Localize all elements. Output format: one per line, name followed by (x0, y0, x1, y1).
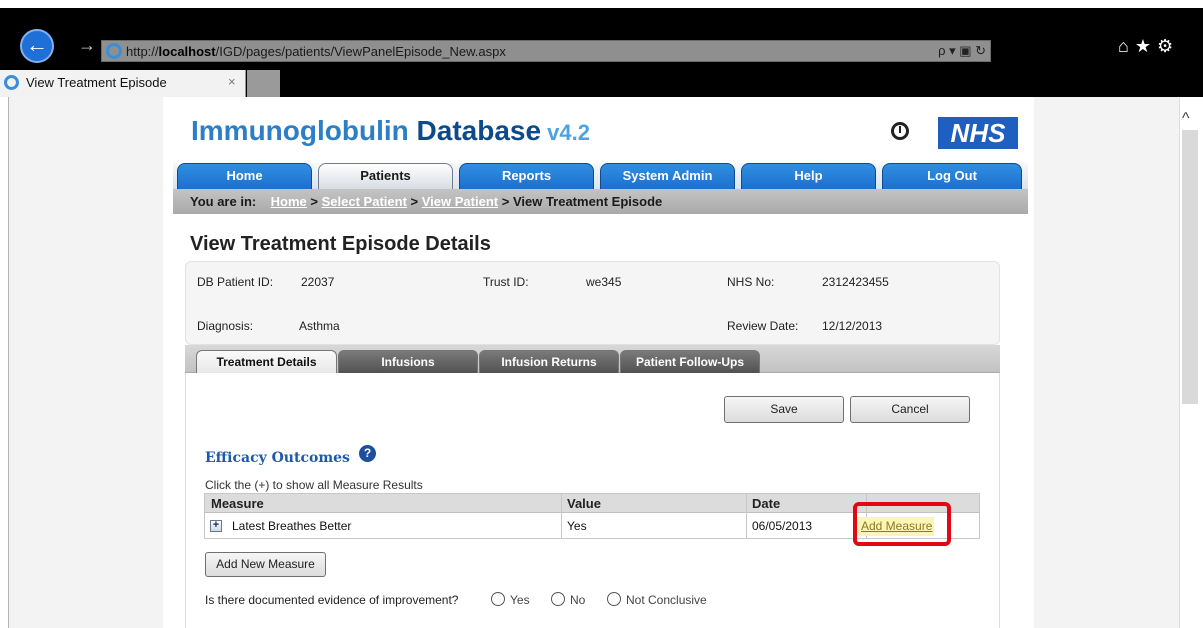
breadcrumb-separator: > (410, 194, 419, 209)
breadcrumb-link-view-patient[interactable]: View Patient (422, 194, 498, 209)
db-patient-id-value: 22037 (301, 275, 335, 289)
tab-treatment-details[interactable]: Treatment Details (196, 350, 337, 375)
url-path: /IGD/pages/patients/ViewPanelEpisode_New… (215, 44, 506, 59)
expand-row-button[interactable]: + (210, 520, 222, 532)
home-favorites-settings-icons[interactable]: ⌂★⚙ (1118, 36, 1179, 57)
trust-id-value: we345 (586, 275, 622, 289)
diagnosis-label: Diagnosis: (197, 319, 254, 333)
browser-window: ← → http://localhost/IGD/pages/patients/… (0, 0, 1203, 628)
tab-title: View Treatment Episode (26, 75, 167, 90)
save-button[interactable]: Save (724, 396, 844, 423)
improvement-question: Is there documented evidence of improvem… (205, 593, 459, 607)
page-container: Immunoglobulin Database v4.2 NHS Home Pa… (163, 97, 1034, 628)
nav-label: Patients (360, 168, 411, 183)
nhs-logo: NHS (938, 117, 1018, 149)
trust-id-label: Trust ID: (483, 275, 529, 289)
date-cell: 06/05/2013 (752, 519, 813, 533)
search-refresh-icons[interactable]: ρ ▾ ▣ ↻ (938, 43, 986, 59)
subtab-bar: Treatment Details Infusions Infusion Ret… (185, 345, 1000, 375)
help-icon[interactable]: ? (359, 445, 376, 462)
nav-tab-home[interactable]: Home (177, 163, 312, 189)
tab-infusion-returns[interactable]: Infusion Returns (479, 350, 619, 374)
breadcrumb-separator: > (501, 194, 510, 209)
radio-not-conclusive-label: Not Conclusive (626, 593, 707, 607)
column-divider (561, 494, 562, 538)
page-title: View Treatment Episode Details (190, 233, 491, 255)
nav-tab-log-out[interactable]: Log Out (882, 163, 1022, 189)
tab-close-icon[interactable]: × (228, 74, 236, 89)
measure-cell: Latest Breathes Better (232, 519, 352, 533)
efficacy-outcomes-title: Efficacy Outcomes (205, 450, 350, 466)
expand-hint: Click the (+) to show all Measure Result… (205, 478, 423, 492)
breadcrumb-current: View Treatment Episode (512, 194, 663, 209)
breadcrumb-link-home[interactable]: Home (271, 194, 307, 209)
back-arrow-icon: ← (26, 32, 48, 57)
column-header-date: Date (752, 496, 781, 511)
forward-arrow-icon: → (78, 35, 96, 55)
tab-label: Treatment Details (216, 355, 317, 369)
column-header-value: Value (567, 496, 601, 511)
breadcrumb-prefix: You are in: (190, 194, 257, 209)
nav-label: Help (794, 168, 823, 183)
radio-yes-label: Yes (510, 593, 530, 607)
diagnosis-value: Asthma (299, 319, 340, 333)
back-button[interactable]: ← (20, 29, 54, 63)
logo-immunoglobulin: Immunoglobulin (191, 115, 417, 146)
radio-yes[interactable] (491, 592, 505, 606)
nav-label: Home (226, 168, 263, 183)
cancel-button[interactable]: Cancel (850, 396, 970, 423)
nav-label: Log Out (927, 168, 977, 183)
address-bar[interactable]: http://localhost/IGD/pages/patients/View… (101, 40, 991, 62)
breadcrumb-link-select-patient[interactable]: Select Patient (322, 194, 407, 209)
nav-tab-patients[interactable]: Patients (318, 163, 453, 189)
logo-database: Database (416, 115, 542, 146)
tab-label: Infusion Returns (501, 355, 597, 369)
nhs-no-value: 2312423455 (822, 275, 889, 289)
tab-label: Infusions (381, 355, 435, 369)
url-prefix: http:// (126, 44, 159, 59)
nav-tab-help[interactable]: Help (741, 163, 876, 189)
review-date-label: Review Date: (727, 319, 799, 333)
clock-icon[interactable] (891, 122, 909, 140)
breadcrumb: You are in: Home > Select Patient > View… (173, 189, 1028, 214)
main-nav: Home Patients Reports System Admin Help … (173, 163, 1028, 189)
column-header-measure: Measure (211, 496, 264, 511)
radio-no[interactable] (551, 592, 565, 606)
address-url: http://localhost/IGD/pages/patients/View… (126, 44, 506, 59)
highlight-annotation (853, 502, 951, 546)
patient-info-panel: DB Patient ID: 22037 Trust ID: we345 NHS… (185, 261, 1000, 345)
new-tab-button[interactable] (247, 70, 280, 97)
scroll-up-icon[interactable]: ^ (1182, 110, 1190, 128)
review-date-value: 12/12/2013 (822, 319, 883, 333)
logo-version: v4.2 (541, 120, 590, 145)
nav-label: System Admin (622, 168, 713, 183)
radio-no-label: No (570, 593, 586, 607)
tab-patient-follow-ups[interactable]: Patient Follow-Ups (620, 350, 760, 374)
value-cell: Yes (567, 519, 587, 533)
ie-icon (4, 75, 19, 90)
radio-not-conclusive[interactable] (607, 592, 621, 606)
nhs-no-label: NHS No: (727, 275, 775, 289)
app-logo: Immunoglobulin Database v4.2 (191, 115, 590, 147)
scrollbar-thumb[interactable] (1182, 130, 1198, 404)
viewport-left-border (0, 97, 9, 628)
nav-tab-reports[interactable]: Reports (459, 163, 594, 189)
nav-tab-system-admin[interactable]: System Admin (600, 163, 735, 189)
ie-icon (106, 43, 122, 59)
db-patient-id-label: DB Patient ID: (197, 275, 274, 289)
browser-tab[interactable]: View Treatment Episode × (0, 70, 246, 97)
column-divider (746, 494, 747, 538)
url-host: localhost (158, 44, 216, 59)
tab-label: Patient Follow-Ups (636, 355, 744, 369)
tab-infusions[interactable]: Infusions (338, 350, 478, 374)
add-new-measure-button[interactable]: Add New Measure (205, 552, 326, 577)
nav-label: Reports (501, 168, 552, 183)
breadcrumb-separator: > (310, 194, 319, 209)
forward-button[interactable]: → (78, 36, 96, 54)
